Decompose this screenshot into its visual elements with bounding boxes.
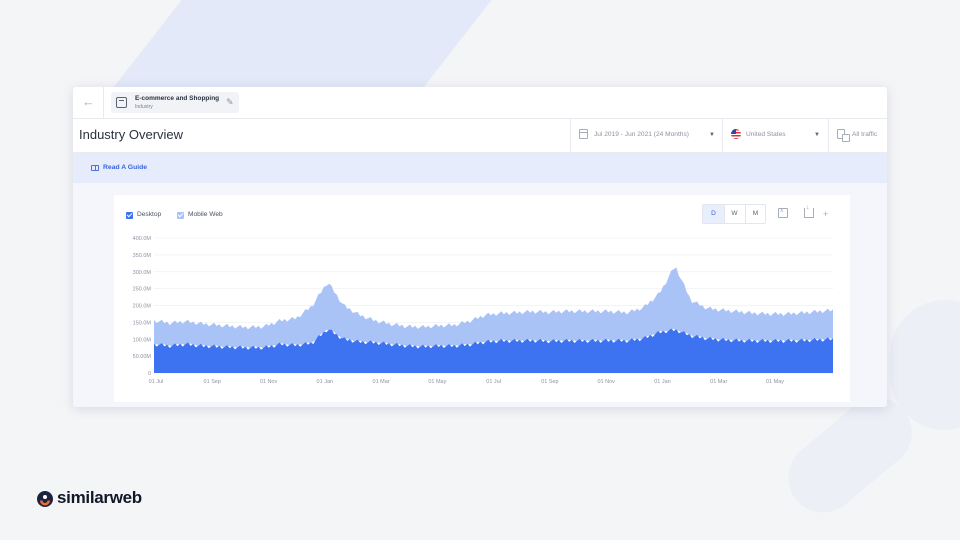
- brand-name: similarweb: [57, 488, 142, 507]
- divider: [103, 87, 104, 118]
- traffic-area-chart: 400.0M 350.0M 300.0M 250.0M 200.0M 150.0M 100.…: [133, 236, 833, 385]
- divider: [828, 119, 829, 152]
- country-filter[interactable]: United States: [746, 131, 786, 138]
- industry-subtitle: Industry: [135, 104, 153, 110]
- x-tick-label: 01 Nov: [597, 379, 615, 385]
- x-tick-label: 01 Jan: [654, 379, 671, 385]
- title-bar: Industry Overview Jul 2019 - Jun 2021 (2…: [73, 119, 887, 153]
- industry-title: E-commerce and Shopping: [135, 95, 220, 102]
- date-range-filter[interactable]: Jul 2019 - Jun 2021 (24 Months): [594, 131, 689, 138]
- y-tick-label: 300.0M: [133, 270, 152, 276]
- y-tick-label: 350.0M: [133, 253, 152, 259]
- x-tick-label: 01 Nov: [260, 379, 278, 385]
- y-tick-label: 400.0M: [133, 236, 152, 242]
- read-guide-link[interactable]: Read A Guide: [103, 164, 147, 171]
- x-tick-label: 01 Sep: [541, 379, 558, 385]
- y-tick-label: 0: [148, 371, 151, 377]
- x-tick-label: 01 Jul: [149, 379, 164, 385]
- y-tick-label: 250.0M: [133, 287, 152, 293]
- chevron-down-icon[interactable]: ▼: [709, 132, 715, 138]
- book-icon: [91, 165, 99, 171]
- app-window: ← E-commerce and Shopping Industry ✎ Ind…: [73, 87, 887, 407]
- pencil-icon[interactable]: ✎: [226, 97, 234, 108]
- industry-selector[interactable]: E-commerce and Shopping Industry ✎: [111, 92, 239, 113]
- series-mobile-web-area[interactable]: [154, 267, 833, 349]
- x-tick-label: 01 Jul: [486, 379, 501, 385]
- x-tick-label: 01 Jan: [317, 379, 334, 385]
- background-shape: [111, 0, 539, 90]
- page-title: Industry Overview: [79, 127, 184, 142]
- y-tick-label: 150.0M: [133, 320, 152, 326]
- x-tick-label: 01 Mar: [373, 379, 390, 385]
- x-tick-label: 01 May: [766, 379, 784, 385]
- y-tick-label: 50.00M: [133, 354, 152, 360]
- divider: [722, 119, 723, 152]
- devices-icon: [837, 129, 850, 142]
- us-flag-icon: [731, 129, 741, 139]
- x-tick-label: 01 Mar: [710, 379, 727, 385]
- shop-icon: [116, 97, 127, 108]
- x-tick-label: 01 May: [428, 379, 446, 385]
- guide-bar: Read A Guide: [73, 153, 887, 183]
- traffic-filter[interactable]: All traffic: [852, 131, 877, 138]
- top-bar: ← E-commerce and Shopping Industry ✎: [73, 87, 887, 119]
- similarweb-logo-icon: [37, 491, 53, 507]
- divider: [570, 119, 571, 152]
- calendar-icon[interactable]: [579, 129, 588, 139]
- chart-card: Desktop Mobile Web D W M + 400.0M350.0M3…: [114, 195, 850, 402]
- chevron-down-icon[interactable]: ▼: [814, 132, 820, 138]
- x-tick-label: 01 Sep: [204, 379, 221, 385]
- back-arrow-icon[interactable]: ←: [82, 95, 96, 109]
- y-tick-label: 100.0M: [133, 337, 152, 343]
- y-tick-label: 200.0M: [133, 304, 152, 310]
